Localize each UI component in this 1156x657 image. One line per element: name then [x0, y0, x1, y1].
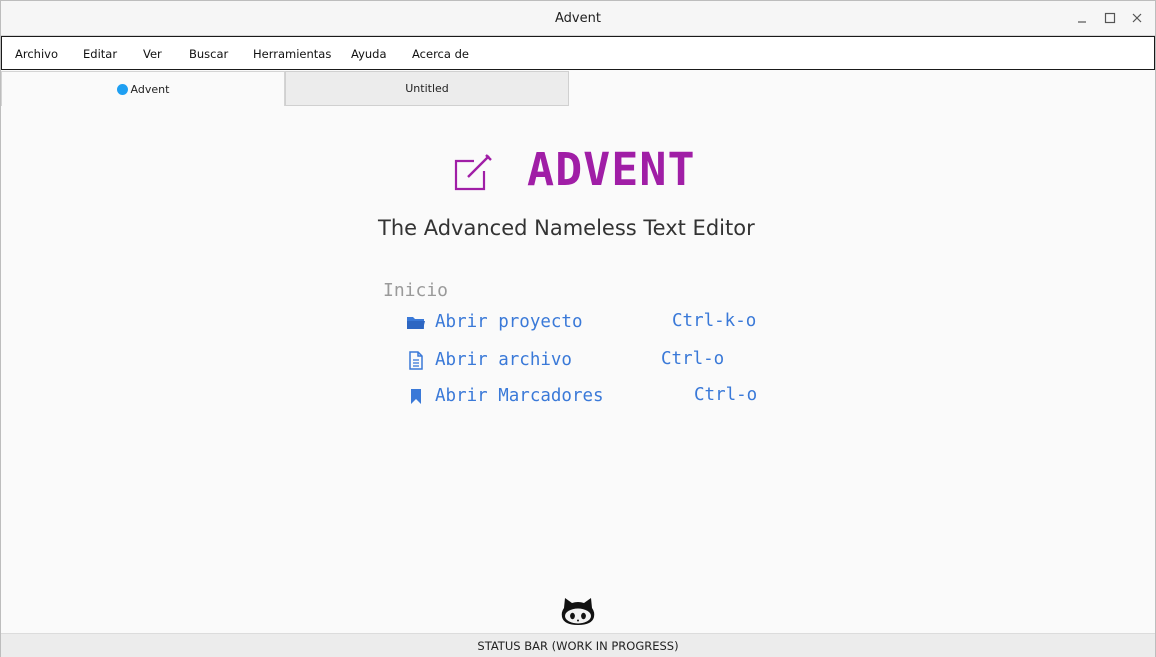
menu-acerca-de[interactable]: Acerca de [412, 47, 469, 61]
action-label: Abrir archivo [435, 350, 572, 370]
folder-icon [405, 312, 427, 332]
title-bar: Advent [1, 1, 1155, 36]
menu-buscar[interactable]: Buscar [189, 47, 228, 61]
menu-archivo[interactable]: Archivo [15, 47, 58, 61]
open-file-link[interactable]: Abrir archivo [405, 348, 572, 372]
minimize-icon [1078, 21, 1086, 23]
shortcut-open-project: Ctrl-k-o [672, 311, 757, 331]
github-icon[interactable] [560, 595, 596, 627]
tab-advent[interactable]: Advent [1, 71, 285, 106]
action-label: Abrir proyecto [435, 312, 583, 332]
close-icon [1132, 13, 1142, 23]
shortcut-open-bookmarks: Ctrl-o [694, 385, 758, 405]
menu-ayuda[interactable]: Ayuda [351, 47, 387, 61]
app-subtitle: The Advanced Nameless Text Editor [378, 216, 755, 240]
menu-bar: Archivo Editar Ver Buscar Herramientas A… [1, 36, 1155, 70]
action-label: Abrir Marcadores [435, 386, 604, 406]
document-icon [405, 350, 427, 370]
bookmark-icon [405, 386, 427, 406]
open-bookmarks-link[interactable]: Abrir Marcadores [405, 384, 604, 408]
close-button[interactable] [1127, 8, 1147, 28]
tab-label: Untitled [405, 82, 449, 95]
window-title: Advent [555, 11, 601, 26]
tab-status-dot [116, 83, 128, 95]
status-bar: STATUS BAR (WORK IN PROGRESS) [1, 633, 1155, 657]
minimize-button[interactable] [1072, 8, 1092, 28]
maximize-button[interactable] [1100, 8, 1120, 28]
tab-untitled[interactable]: Untitled [285, 71, 569, 106]
menu-herramientas[interactable]: Herramientas [253, 47, 331, 61]
open-project-link[interactable]: Abrir proyecto [405, 310, 583, 334]
status-bar-text: STATUS BAR (WORK IN PROGRESS) [477, 638, 679, 653]
menu-ver[interactable]: Ver [143, 47, 162, 61]
start-heading: Inicio [383, 280, 449, 301]
edit-icon [454, 154, 492, 191]
tab-label: Advent [130, 82, 170, 96]
tab-bar: Advent Untitled [1, 71, 1155, 106]
app-logo-text: ADVENT [527, 143, 696, 196]
maximize-icon [1104, 12, 1116, 24]
menu-editar[interactable]: Editar [83, 47, 117, 61]
app-window: Advent Archivo Editar Ver Buscar Herrami… [0, 0, 1156, 657]
shortcut-open-file: Ctrl-o [661, 349, 725, 369]
